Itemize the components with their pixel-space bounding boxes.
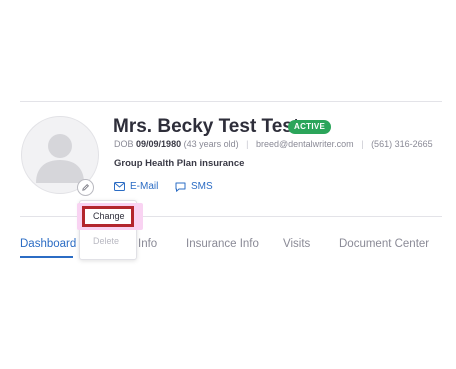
patient-info-line: DOB 09/09/1980 (43 years old) | breed@de… xyxy=(114,139,433,149)
menu-item-change[interactable]: Change xyxy=(82,206,134,227)
tab-info[interactable]: Info xyxy=(138,238,157,250)
patient-name: Mrs. Becky Test Test xyxy=(113,116,300,137)
separator: | xyxy=(246,139,249,149)
email-link-label: E-Mail xyxy=(130,181,159,192)
tab-dashboard[interactable]: Dashboard xyxy=(20,238,76,250)
edit-avatar-button[interactable] xyxy=(77,179,94,196)
age: (43 years old) xyxy=(183,139,239,149)
dob-value: 09/09/1980 xyxy=(136,139,182,149)
menu-item-delete[interactable]: Delete xyxy=(93,236,119,246)
active-tab-indicator xyxy=(20,256,73,258)
divider-top xyxy=(20,101,442,102)
separator: | xyxy=(361,139,364,149)
tab-document-center[interactable]: Document Center xyxy=(339,238,429,250)
status-badge: ACTIVE xyxy=(288,120,332,134)
envelope-icon xyxy=(114,182,125,191)
tab-visits[interactable]: Visits xyxy=(283,238,310,250)
email-link[interactable]: E-Mail xyxy=(114,181,158,192)
insurance-name: Group Health Plan insurance xyxy=(114,158,245,169)
chat-bubble-icon xyxy=(175,182,186,192)
dob-label: DOB xyxy=(114,139,134,149)
tab-insurance-info[interactable]: Insurance Info xyxy=(186,238,259,250)
sms-link-label: SMS xyxy=(191,181,213,192)
phone-number: (561) 316-2665 xyxy=(371,139,433,149)
email-address: breed@dentalwriter.com xyxy=(256,139,354,149)
pencil-icon xyxy=(82,183,90,191)
sms-link[interactable]: SMS xyxy=(175,181,213,192)
